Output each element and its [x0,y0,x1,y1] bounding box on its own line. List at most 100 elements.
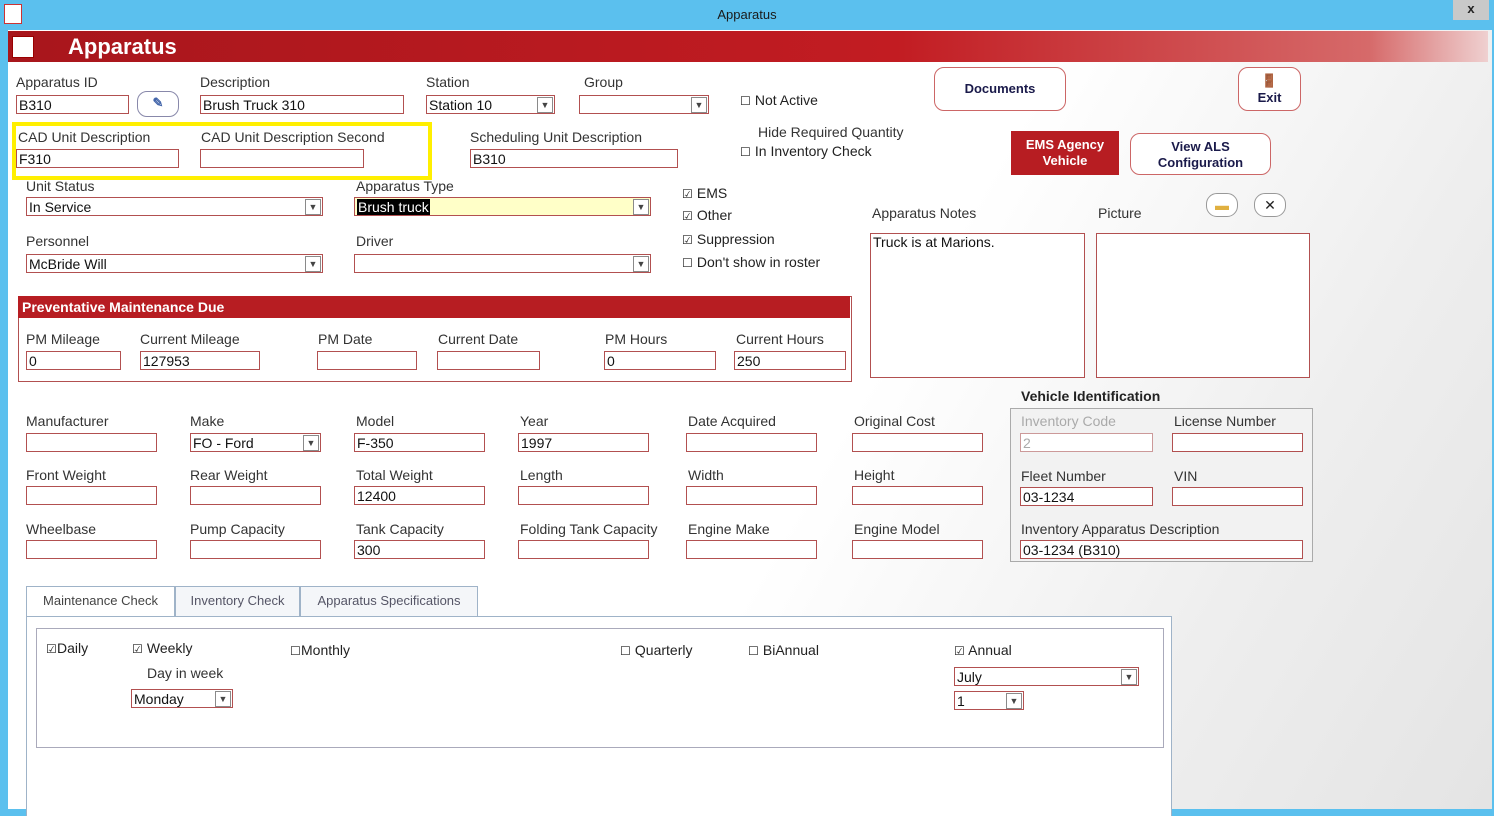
year-input[interactable]: 1997 [518,433,649,452]
group-select[interactable]: ▼ [579,95,709,114]
front-weight-input[interactable] [26,486,157,505]
pump-capacity-input[interactable] [190,540,321,559]
apparatus-notes-label: Apparatus Notes [872,205,977,221]
dont-show-roster-checkbox[interactable]: ☐ Don't show in roster [682,254,820,270]
unit-status-select[interactable]: In Service ▼ [26,197,323,216]
chevron-down-icon[interactable]: ▼ [305,256,321,272]
monthly-checkbox[interactable]: ☐Monthly [290,642,350,658]
chevron-down-icon[interactable]: ▼ [537,97,553,113]
chevron-down-icon[interactable]: ▼ [1121,669,1137,685]
driver-select[interactable]: ▼ [354,254,651,273]
weekly-checkbox[interactable]: ☑ Weekly [132,640,193,656]
hide-required-label-2: In Inventory Check [754,143,872,159]
make-select[interactable]: FO - Ford ▼ [190,433,321,452]
current-date-label: Current Date [438,331,519,347]
chevron-down-icon[interactable]: ▼ [1006,693,1022,709]
description-label: Description [200,74,271,90]
scheduling-unit-input[interactable]: B310 [470,149,678,168]
annual-day-select[interactable]: 1 ▼ [954,691,1024,710]
length-input[interactable] [518,486,649,505]
chevron-down-icon[interactable]: ▼ [303,435,319,451]
picture-box[interactable] [1096,233,1310,378]
height-input[interactable] [852,486,983,505]
current-date-input[interactable] [437,351,540,370]
date-acquired-input[interactable] [686,433,817,452]
not-active-label: Not Active [754,92,818,108]
quarterly-checkbox[interactable]: ☐ Quarterly [620,642,692,658]
current-mileage-input[interactable]: 127953 [140,351,260,370]
folder-icon[interactable]: ▬ [1206,193,1238,217]
engine-make-label: Engine Make [688,521,770,537]
annual-month-value: July [957,669,982,685]
pm-date-input[interactable] [317,351,417,370]
tab-apparatus-specifications[interactable]: Apparatus Specifications [300,586,478,616]
station-label: Station [426,74,470,90]
other-checkbox[interactable]: ☑ Other [682,207,732,223]
license-number-label: License Number [1174,413,1276,429]
original-cost-input[interactable] [852,433,983,452]
inventory-apparatus-desc-input[interactable]: 03-1234 (B310) [1020,540,1303,559]
personnel-select[interactable]: McBride Will ▼ [26,254,323,273]
edit-id-button[interactable]: ✎ [137,91,179,117]
model-label: Model [356,413,395,429]
total-weight-input[interactable]: 12400 [354,486,485,505]
apparatus-type-select[interactable]: Brush truck ▼ [354,197,651,216]
documents-button[interactable]: Documents [934,67,1066,111]
current-mileage-label: Current Mileage [140,331,240,347]
day-in-week-select[interactable]: Monday ▼ [131,689,233,708]
station-select[interactable]: Station 10 ▼ [426,95,555,114]
chevron-down-icon[interactable]: ▼ [215,691,231,707]
folding-tank-input[interactable] [518,540,649,559]
tab-maintenance-check[interactable]: Maintenance Check [26,586,175,616]
apparatus-id-input[interactable]: B310 [16,95,129,114]
chevron-down-icon[interactable]: ▼ [633,199,649,215]
picture-label: Picture [1098,205,1142,221]
engine-model-input[interactable] [852,540,983,559]
daily-checkbox[interactable]: ☑Daily [46,640,88,656]
ems-agency-vehicle-button[interactable]: EMS Agency Vehicle [1011,131,1119,175]
current-hours-input[interactable]: 250 [734,351,846,370]
year-label: Year [520,413,549,429]
rear-weight-input[interactable] [190,486,321,505]
pm-hours-input[interactable]: 0 [604,351,716,370]
suppression-label: Suppression [696,231,775,247]
not-active-checkbox[interactable]: ☐ Not Active [740,92,818,108]
tank-capacity-input[interactable]: 300 [354,540,485,559]
wheelbase-input[interactable] [26,540,157,559]
unit-status-value: In Service [29,199,92,215]
close-icon[interactable]: ✕ [1254,193,1286,217]
checkbox-checked-icon: ☑ [132,642,143,656]
suppression-checkbox[interactable]: ☑ Suppression [682,231,775,247]
manufacturer-input[interactable] [26,433,157,452]
view-als-configuration-button[interactable]: View ALS Configuration [1130,133,1271,175]
chevron-down-icon[interactable]: ▼ [691,97,707,113]
tank-capacity-label: Tank Capacity [356,521,444,537]
model-input[interactable]: F-350 [354,433,485,452]
wheelbase-label: Wheelbase [26,521,97,537]
biannual-checkbox[interactable]: ☐ BiAnnual [748,642,819,658]
ems-checkbox[interactable]: ☑ EMS [682,185,727,201]
close-button[interactable]: x [1453,0,1489,20]
quarterly-label: Quarterly [634,642,693,658]
apparatus-notes-textarea[interactable]: Truck is at Marions. [870,233,1085,378]
engine-make-input[interactable] [686,540,817,559]
cad-unit-second-input[interactable] [200,149,364,168]
pm-mileage-input[interactable]: 0 [26,351,121,370]
pm-mileage-label: PM Mileage [26,331,100,347]
description-input[interactable]: Brush Truck 310 [200,95,404,114]
annual-checkbox[interactable]: ☑ Annual [954,642,1012,658]
fleet-number-input[interactable]: 03-1234 [1020,487,1153,506]
cad-unit-input[interactable]: F310 [16,149,179,168]
annual-month-select[interactable]: July ▼ [954,667,1139,686]
ems-agency-line1: EMS Agency [1025,137,1105,152]
chevron-down-icon[interactable]: ▼ [633,256,649,272]
vin-input[interactable] [1172,487,1303,506]
exit-button[interactable]: 🚪 Exit [1238,67,1301,111]
width-input[interactable] [686,486,817,505]
pm-hours-label: PM Hours [605,331,668,347]
license-number-input[interactable] [1172,433,1303,452]
checkbox-empty-icon: ☐ [740,94,751,108]
chevron-down-icon[interactable]: ▼ [305,199,321,215]
tab-inventory-check[interactable]: Inventory Check [175,586,300,616]
hide-required-checkbox[interactable]: ☐ In Inventory Check [740,143,872,159]
